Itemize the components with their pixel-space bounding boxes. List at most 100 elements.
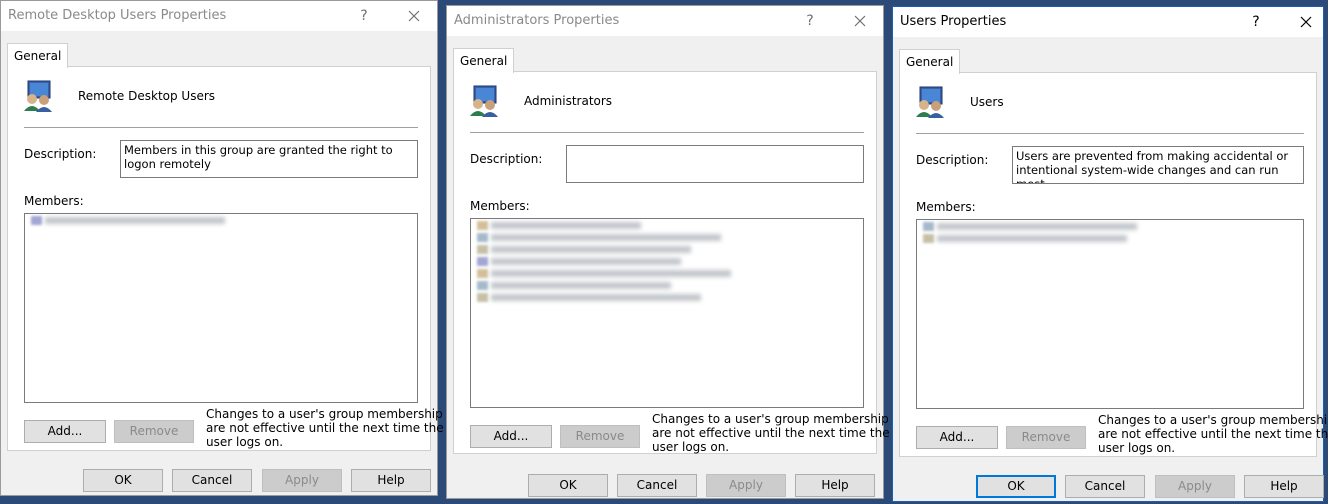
ok-button[interactable]: OK xyxy=(83,469,163,492)
group-name: Users xyxy=(970,95,1004,109)
help-icon[interactable]: ? xyxy=(799,10,821,32)
title-bar[interactable]: Administrators Properties ? xyxy=(447,6,883,36)
dialog-administrators: Administrators Properties ? General Admi… xyxy=(446,5,890,499)
member-user-icon xyxy=(477,281,488,290)
remove-button[interactable]: Remove xyxy=(560,425,640,448)
help-button[interactable]: Help xyxy=(795,474,875,497)
member-user-icon xyxy=(923,234,934,243)
general-panel: Remote Desktop Users Description: Member… xyxy=(7,66,444,451)
description-label: Description: xyxy=(24,147,97,161)
dialog-remote-desktop-users: Remote Desktop Users Properties ? Genera… xyxy=(0,0,444,496)
member-user-icon xyxy=(477,233,488,242)
group-name: Remote Desktop Users xyxy=(78,89,216,103)
list-item[interactable] xyxy=(923,233,1303,244)
member-name-redacted xyxy=(491,234,721,241)
list-item[interactable] xyxy=(923,221,1303,232)
group-name: Administrators xyxy=(524,94,613,108)
close-icon[interactable] xyxy=(1295,11,1317,33)
note-line: are not effective until the next time th… xyxy=(1098,427,1328,441)
member-user-icon xyxy=(31,216,42,225)
membership-note: Changes to a user's group membership are… xyxy=(1098,413,1328,455)
list-item[interactable] xyxy=(477,244,863,255)
description-field[interactable]: Members in this group are granted the ri… xyxy=(120,140,418,178)
note-line: Changes to a user's group membership xyxy=(1098,413,1328,427)
members-list[interactable] xyxy=(24,213,418,403)
note-line: user logs on. xyxy=(1098,441,1176,455)
note-line: user logs on. xyxy=(652,440,730,454)
note-line: Changes to a user's group membership xyxy=(652,412,889,426)
list-item[interactable] xyxy=(477,292,863,303)
close-icon[interactable] xyxy=(403,5,425,27)
list-item[interactable] xyxy=(477,220,863,231)
group-users-icon xyxy=(24,80,52,112)
membership-note: Changes to a user's group membership are… xyxy=(652,412,890,454)
list-item[interactable] xyxy=(477,280,863,291)
member-user-icon xyxy=(477,221,488,230)
members-list[interactable] xyxy=(470,218,864,408)
member-user-icon xyxy=(923,222,934,231)
tab-general[interactable]: General xyxy=(7,43,69,68)
cancel-button[interactable]: Cancel xyxy=(617,474,697,497)
description-label: Description: xyxy=(916,153,989,167)
separator xyxy=(916,133,1304,134)
note-line: Changes to a user's group membership xyxy=(206,407,443,421)
close-icon[interactable] xyxy=(849,10,871,32)
apply-button[interactable]: Apply xyxy=(1155,475,1235,498)
help-button[interactable]: Help xyxy=(1244,475,1324,498)
dialog-users: Users Properties ? General Users Descrip… xyxy=(892,6,1328,502)
member-name-redacted xyxy=(491,258,681,265)
help-button[interactable]: Help xyxy=(351,469,431,492)
remove-button[interactable]: Remove xyxy=(1006,426,1086,449)
note-line: are not effective until the next time th… xyxy=(652,426,890,440)
members-label: Members: xyxy=(916,200,976,214)
members-label: Members: xyxy=(470,199,530,213)
remove-button[interactable]: Remove xyxy=(114,420,194,443)
group-users-icon xyxy=(916,86,944,118)
separator xyxy=(470,132,864,133)
title-bar[interactable]: Users Properties ? xyxy=(893,7,1323,37)
group-users-icon xyxy=(470,85,498,117)
window-title: Administrators Properties xyxy=(454,13,620,28)
list-item[interactable] xyxy=(477,256,863,267)
members-label: Members: xyxy=(24,194,84,208)
members-list[interactable] xyxy=(916,219,1304,409)
list-item[interactable] xyxy=(477,232,863,243)
ok-button[interactable]: OK xyxy=(976,475,1056,498)
add-button[interactable]: Add... xyxy=(470,425,552,448)
apply-button[interactable]: Apply xyxy=(262,469,342,492)
member-name-redacted xyxy=(491,246,691,253)
add-button[interactable]: Add... xyxy=(24,420,106,443)
apply-button[interactable]: Apply xyxy=(706,474,786,497)
member-name-redacted xyxy=(491,270,731,277)
list-item[interactable] xyxy=(477,268,863,279)
help-icon[interactable]: ? xyxy=(353,5,375,27)
general-panel: Users Description: Users are prevented f… xyxy=(899,72,1328,457)
member-name-redacted xyxy=(491,294,701,301)
tab-general[interactable]: General xyxy=(453,48,515,73)
add-button[interactable]: Add... xyxy=(916,426,998,449)
member-user-icon xyxy=(477,257,488,266)
member-user-icon xyxy=(477,293,488,302)
member-name-redacted xyxy=(491,282,671,289)
membership-note: Changes to a user's group membership are… xyxy=(206,407,444,449)
member-name-redacted xyxy=(491,222,641,229)
member-user-icon xyxy=(477,245,488,254)
member-user-icon xyxy=(477,269,488,278)
cancel-button[interactable]: Cancel xyxy=(172,469,252,492)
cancel-button[interactable]: Cancel xyxy=(1065,475,1145,498)
member-name-redacted xyxy=(45,217,225,224)
list-item[interactable] xyxy=(31,215,417,226)
title-bar[interactable]: Remote Desktop Users Properties ? xyxy=(1,1,437,31)
window-title: Users Properties xyxy=(900,14,1007,29)
ok-button[interactable]: OK xyxy=(528,474,608,497)
description-field[interactable] xyxy=(566,145,864,183)
window-title: Remote Desktop Users Properties xyxy=(8,8,227,23)
description-field[interactable]: Users are prevented from making accident… xyxy=(1012,146,1304,184)
tab-general[interactable]: General xyxy=(899,49,961,74)
description-label: Description: xyxy=(470,152,543,166)
member-name-redacted xyxy=(937,223,1137,230)
separator xyxy=(24,127,418,128)
note-line: user logs on. xyxy=(206,435,284,449)
general-panel: Administrators Description: Members: Add… xyxy=(453,71,890,454)
help-icon[interactable]: ? xyxy=(1245,11,1267,33)
